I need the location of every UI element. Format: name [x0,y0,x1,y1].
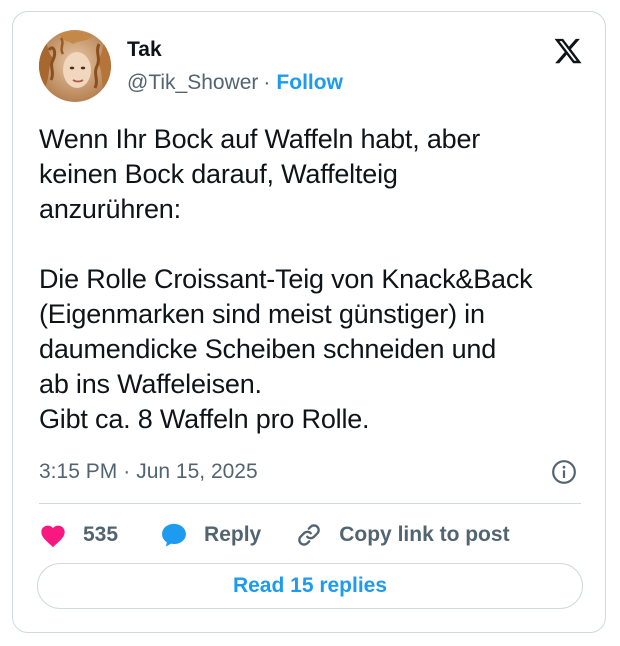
copy-link-label: Copy link to post [339,523,510,546]
post-card: Tak @Tik_Shower · Follow Wenn Ihr Bock auf… [12,11,606,633]
post-date: Jun 15, 2025 [136,460,258,483]
info-icon[interactable] [551,459,577,485]
post-timestamp[interactable]: 3:15 PM · Jun 15, 2025 [39,459,258,485]
separator: · [263,71,271,94]
like-count: 535 [83,523,119,546]
post-time: 3:15 PM [39,460,118,483]
avatar-image [39,30,111,102]
read-replies-button[interactable]: Read 15 replies [37,563,583,609]
reply-button[interactable]: Reply [160,521,261,549]
link-icon [295,521,323,549]
action-bar: 535 Reply Copy link to post [39,517,510,553]
author-handle[interactable]: @Tik_Shower [127,71,258,94]
avatar[interactable] [39,30,111,102]
divider [39,503,581,504]
read-replies-label: Read 15 replies [232,574,388,597]
copy-link-button[interactable]: Copy link to post [295,521,510,549]
post-text: Wenn Ihr Bock auf Waffeln habt, aber kei… [39,124,533,434]
heart-icon [39,522,67,548]
x-logo-icon[interactable] [553,36,583,66]
separator: · [123,460,131,483]
like-button[interactable]: 535 [39,522,118,548]
follow-button[interactable]: Follow [276,71,343,94]
author-handle-row: @Tik_Shower · Follow [127,70,343,96]
speech-bubble-icon [160,521,188,549]
author-name[interactable]: Tak [127,37,162,63]
reply-label: Reply [204,523,262,546]
